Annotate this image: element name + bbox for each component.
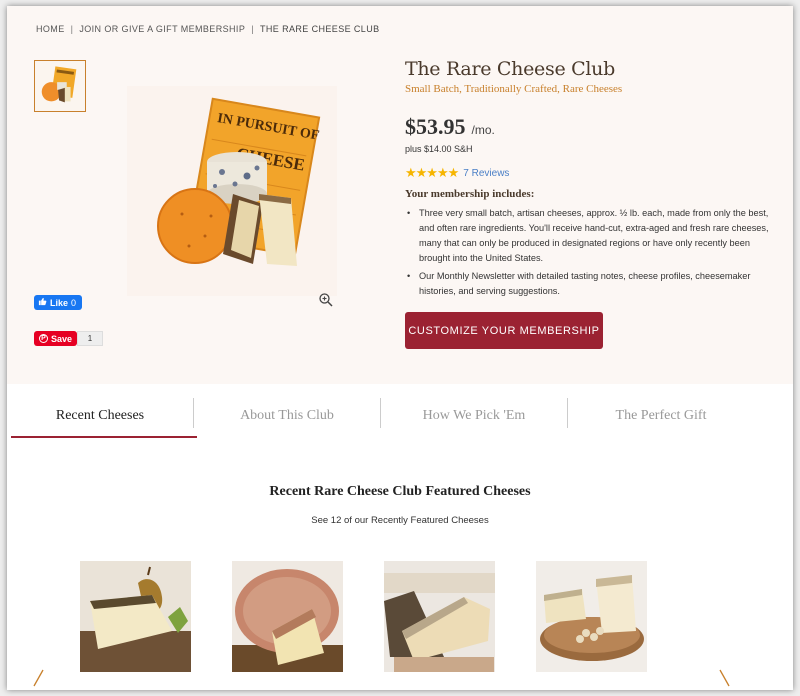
page-frame: HOME | JOIN OR GIVE A GIFT MEMBERSHIP | …: [7, 6, 793, 690]
price-period: /mo.: [471, 123, 495, 137]
zoom-icon[interactable]: [318, 292, 334, 308]
tab-how-we-pick[interactable]: How We Pick 'Em: [381, 392, 567, 440]
featured-carousel: [80, 561, 647, 672]
thumbnail-image: [35, 61, 85, 111]
featured-cheese-card[interactable]: [80, 561, 191, 672]
featured-cheese-card[interactable]: [536, 561, 647, 672]
product-hero: HOME | JOIN OR GIVE A GIFT MEMBERSHIP | …: [7, 6, 793, 384]
product-thumbnail[interactable]: [34, 60, 86, 112]
product-main-image[interactable]: IN PURSUIT OF CHEESE: [127, 86, 337, 296]
thumbs-up-icon: [38, 297, 47, 308]
product-title: The Rare Cheese Club: [405, 58, 615, 80]
price-amount: $53.95: [405, 114, 466, 139]
product-rating: ★★★★★ 7 Reviews: [405, 165, 509, 181]
tab-perfect-gift[interactable]: The Perfect Gift: [568, 392, 754, 440]
featured-cheese-card[interactable]: [232, 561, 343, 672]
pinterest-save-button[interactable]: P Save: [34, 331, 78, 346]
product-price: $53.95 /mo.: [405, 114, 495, 140]
includes-item: Three very small batch, artisan cheeses,…: [405, 206, 777, 266]
cheese-image: [384, 561, 495, 672]
pinterest-save-count: 1: [77, 331, 103, 346]
tab-about-this-club[interactable]: About This Club: [194, 392, 380, 440]
product-subtitle: Small Batch, Traditionally Crafted, Rare…: [405, 83, 623, 95]
includes-item: Our Monthly Newsletter with detailed tas…: [405, 269, 777, 299]
tab-recent-cheeses[interactable]: Recent Cheeses: [7, 392, 197, 440]
featured-subtitle: See 12 of our Recently Featured Cheeses: [311, 515, 489, 526]
pinterest-icon: P: [39, 334, 48, 343]
cheese-book-image: IN PURSUIT OF CHEESE: [157, 97, 320, 266]
star-rating-icon: ★★★★★: [405, 165, 459, 180]
facebook-like-button[interactable]: Like 0: [34, 295, 83, 310]
breadcrumb-separator: |: [70, 24, 74, 34]
facebook-like-label: Like: [50, 297, 69, 308]
featured-cheese-card[interactable]: [384, 561, 495, 672]
breadcrumb-home[interactable]: HOME: [36, 24, 65, 34]
carousel-prev-icon[interactable]: [31, 668, 45, 688]
cheese-image: [232, 561, 343, 672]
tab-bar: Recent Cheeses About This Club How We Pi…: [7, 392, 793, 440]
cheese-image: [80, 561, 191, 672]
featured-title: Recent Rare Cheese Club Featured Cheeses: [269, 484, 531, 499]
breadcrumb: HOME | JOIN OR GIVE A GIFT MEMBERSHIP | …: [36, 24, 380, 34]
breadcrumb-current: THE RARE CHEESE CLUB: [259, 24, 380, 34]
breadcrumb-separator: |: [251, 24, 254, 34]
customize-membership-button[interactable]: CUSTOMIZE YOUR MEMBERSHIP: [405, 312, 603, 349]
includes-heading: Your membership includes:: [405, 188, 535, 200]
cheese-image: [536, 561, 647, 672]
includes-list: Three very small batch, artisan cheeses,…: [405, 206, 777, 302]
facebook-like-count: 0: [71, 297, 77, 308]
carousel-next-icon[interactable]: [718, 668, 732, 688]
reviews-link[interactable]: 7 Reviews: [463, 168, 509, 179]
shipping-note: plus $14.00 S&H: [405, 144, 473, 154]
pinterest-save-label: Save: [51, 333, 73, 344]
breadcrumb-join[interactable]: JOIN OR GIVE A GIFT MEMBERSHIP: [79, 24, 245, 34]
